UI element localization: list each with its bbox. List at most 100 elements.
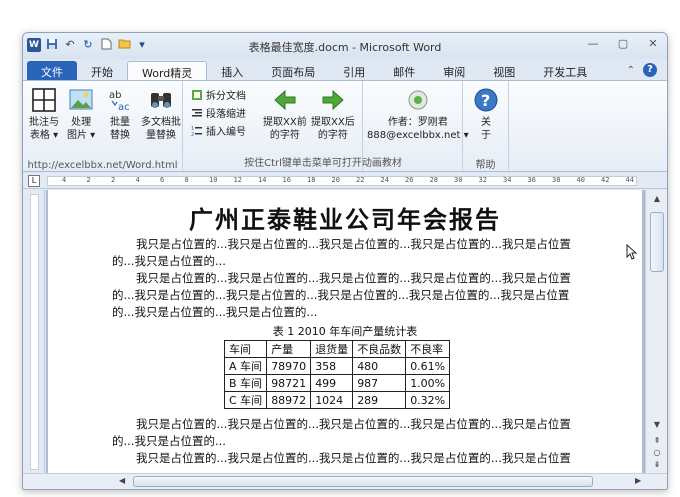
table-cell[interactable]: 480: [352, 357, 407, 375]
ruler-number: 36: [527, 176, 536, 184]
table-cell[interactable]: 499: [310, 374, 354, 392]
table-cell[interactable]: C 车间: [223, 391, 268, 409]
previous-page-icon[interactable]: ⇞: [650, 436, 664, 448]
tab-file[interactable]: 文件: [27, 61, 77, 81]
ruler-number: 12: [233, 176, 242, 184]
close-icon[interactable]: ✕: [645, 37, 661, 50]
table-cell[interactable]: B 车间: [223, 374, 268, 392]
help-question-icon: ?: [474, 88, 498, 112]
table-cell[interactable]: 98721: [266, 374, 312, 392]
ruler-number: 14: [258, 176, 267, 184]
tab-word-jingling[interactable]: Word精灵: [127, 61, 208, 81]
replace-ab-icon: ab ac: [109, 90, 130, 113]
tab-developer[interactable]: 开发工具: [529, 61, 601, 81]
table-cell[interactable]: 1.00%: [405, 374, 451, 392]
vertical-ruler-track: [30, 194, 39, 470]
annotate-table-button[interactable]: 批注与 表格 ▾: [29, 87, 59, 142]
table-header-cell[interactable]: 退货量: [310, 340, 354, 358]
tab-insert[interactable]: 插入: [207, 61, 257, 81]
maximize-icon[interactable]: ▢: [615, 37, 631, 50]
table-header-cell[interactable]: 不良品数: [352, 340, 407, 358]
ribbon-group-label-tools: 按住Ctrl键单击菜单可打开动画教材: [244, 158, 402, 169]
horizontal-scroll-thumb[interactable]: [133, 476, 593, 487]
batch-replace-button[interactable]: ab ac 批量 替换: [107, 87, 133, 142]
horizontal-ruler[interactable]: L 4 2 2 4 6 8 10 12 14 16 18 20 22 24 26 28 30 32 34 36 38 40…: [23, 173, 667, 189]
document-page[interactable]: 广州正泰鞋业公司年会报告 我只是占位置的...我只是占位置的...我只是占位置的…: [48, 190, 642, 476]
table-cell[interactable]: 1024: [310, 391, 354, 409]
ruler-number: 38: [552, 176, 561, 184]
ribbon-group-web: 批注与 表格 ▾ 处理 图片 ▾ ab ac 批量 替换 多文档批 量替换 ht…: [23, 81, 183, 173]
ruler-number: 28: [429, 176, 438, 184]
arrow-right-icon: [322, 89, 344, 111]
ruler-number: 40: [576, 176, 585, 184]
multi-doc-replace-button[interactable]: 多文档批 量替换: [141, 87, 181, 142]
extract-after-button[interactable]: 提取XX后 的字符: [311, 87, 355, 142]
author-button[interactable]: 作者：罗刚君 888@excelbbx.net ▾: [367, 87, 469, 142]
help-icon[interactable]: ?: [643, 63, 657, 77]
table-cell[interactable]: 0.61%: [405, 357, 451, 375]
vertical-ruler[interactable]: [23, 190, 45, 476]
extract-before-button[interactable]: 提取XX前 的字符: [263, 87, 307, 142]
next-page-icon[interactable]: ⇟: [650, 460, 664, 472]
paragraph-continuation: 的...我只是占位置的...: [112, 254, 226, 268]
table-header-cell[interactable]: 车间: [223, 340, 268, 358]
ruler-number: 6: [160, 176, 165, 184]
browse-object-icon[interactable]: ○: [650, 448, 664, 460]
table-header-cell[interactable]: 产量: [266, 340, 312, 358]
table-cell[interactable]: A 车间: [223, 357, 268, 375]
tab-selector-icon[interactable]: L: [28, 175, 40, 187]
ruler-number: 24: [380, 176, 389, 184]
tab-references[interactable]: 引用: [329, 61, 379, 81]
tab-mailings[interactable]: 邮件: [379, 61, 429, 81]
ruler-number: 18: [307, 176, 316, 184]
table-caption: 表 1 2010 年车间产量统计表: [272, 325, 418, 338]
minimize-icon[interactable]: —: [585, 37, 601, 50]
table-cell[interactable]: 358: [310, 357, 354, 375]
table-cell[interactable]: 78970: [266, 357, 312, 375]
paragraph-continuation: 的...我只是占位置的...我只是占位置的...我只是占位置的...我只是占位置…: [112, 288, 570, 302]
tab-review[interactable]: 审阅: [429, 61, 479, 81]
vertical-scrollbar[interactable]: ▲ ▼ ⇞ ○ ⇟: [645, 190, 667, 476]
production-table: 车间 产量 退货量 不良品数 不良率 A 车间 78970 358 480 0.…: [223, 340, 451, 409]
paragraph: 我只是占位置的...我只是占位置的...我只是占位置的...我只是占位置的...…: [136, 417, 571, 431]
ruler-number: 26: [405, 176, 414, 184]
table-header-row: 车间 产量 退货量 不良品数 不良率: [223, 340, 451, 358]
scroll-up-icon[interactable]: ▲: [650, 194, 664, 206]
vertical-scroll-thumb[interactable]: [650, 212, 664, 272]
ruler-number: 16: [282, 176, 291, 184]
paragraph: 我只是占位置的...我只是占位置的...我只是占位置的...我只是占位置的...…: [136, 451, 571, 465]
scroll-right-icon[interactable]: ▶: [635, 476, 641, 485]
ribbon-group-label-web: http://excelbbx.net/Word.html: [27, 160, 178, 171]
insert-numbering-button[interactable]: 12 插入编号: [191, 123, 246, 139]
arrow-left-icon: [274, 89, 296, 111]
collapse-ribbon-icon[interactable]: ⌃: [627, 65, 635, 76]
scroll-left-icon[interactable]: ◀: [119, 476, 125, 485]
ribbon-group-label-help: 帮助: [475, 160, 496, 171]
table-cell[interactable]: 0.32%: [405, 391, 451, 409]
image-icon: [69, 89, 93, 110]
tab-page-layout[interactable]: 页面布局: [257, 61, 329, 81]
table-cell[interactable]: 987: [352, 374, 407, 392]
binoculars-icon: [151, 93, 171, 108]
author-globe-icon: [408, 90, 428, 110]
svg-text:2: 2: [191, 132, 194, 137]
table-header-cell[interactable]: 不良率: [405, 340, 451, 358]
document-area: 广州正泰鞋业公司年会报告 我只是占位置的...我只是占位置的...我只是占位置的…: [46, 190, 646, 476]
svg-text:ab: ab: [109, 90, 121, 101]
table-cell[interactable]: 289: [352, 391, 407, 409]
window-title: 表格最佳宽度.docm - Microsoft Word: [248, 41, 442, 54]
split-document-button[interactable]: 拆分文档: [191, 87, 246, 102]
scroll-down-icon[interactable]: ▼: [650, 420, 664, 432]
paragraph-continuation: 的...我只是占位置的...我只是占位置的...: [112, 305, 318, 319]
table-cell[interactable]: 88972: [266, 391, 312, 409]
ruler-number: 4: [62, 176, 67, 184]
about-button[interactable]: ? 关 于: [473, 87, 499, 142]
ruler-number: 32: [478, 176, 487, 184]
ruler-number: 8: [184, 176, 189, 184]
horizontal-scrollbar[interactable]: ◀ ▶: [23, 473, 667, 489]
paragraph-indent-button[interactable]: 段落缩进: [191, 105, 246, 120]
tab-home[interactable]: 开始: [77, 61, 127, 81]
tab-view[interactable]: 视图: [479, 61, 529, 81]
document-title: 广州正泰鞋业公司年会报告: [189, 206, 501, 234]
process-image-button[interactable]: 处理 图片 ▾: [67, 87, 95, 142]
